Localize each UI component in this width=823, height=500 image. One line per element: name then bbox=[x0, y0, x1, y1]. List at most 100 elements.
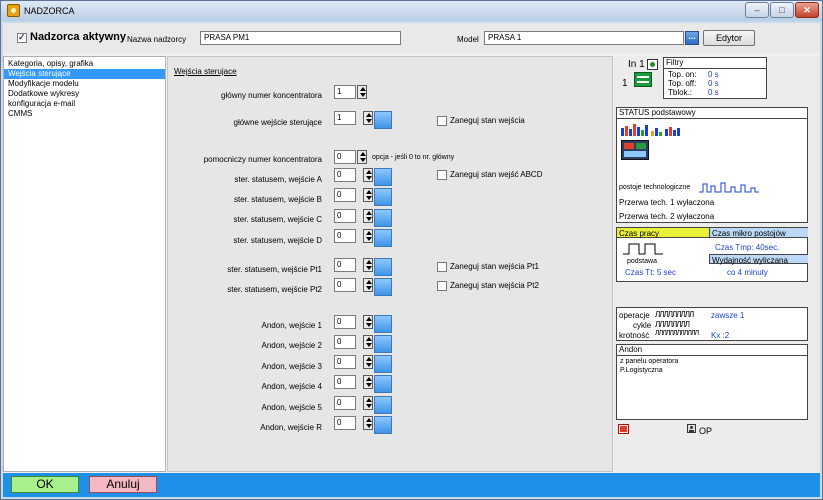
work-pulse-icon bbox=[623, 243, 663, 255]
andon-3-button[interactable] bbox=[374, 355, 392, 373]
active-checkbox[interactable] bbox=[17, 32, 27, 43]
main-input-input[interactable]: 1 bbox=[334, 111, 356, 125]
sidebar-item-category[interactable]: Kategoria, opisy, grafika bbox=[4, 59, 165, 69]
close-button[interactable]: ✕ bbox=[795, 2, 819, 18]
editor-button[interactable]: Edytor bbox=[703, 30, 755, 46]
field-label-andon-5: Andon, wejście 5 bbox=[261, 403, 322, 412]
filters-box: Filtry Top. on: 0 s Top. off: 0 s Tblok.… bbox=[663, 57, 767, 99]
input-c-spinner[interactable] bbox=[363, 209, 373, 223]
sidebar-item-extra-charts[interactable]: Dodatkowe wykresy bbox=[4, 89, 165, 99]
browse-model-button[interactable]: ... bbox=[685, 31, 699, 45]
cancel-button[interactable]: Anuluj bbox=[89, 476, 157, 493]
sidebar-list: Kategoria, opisy, grafika Wejścia steruj… bbox=[3, 56, 166, 472]
aux-hub-note: opcja - jeśli 0 to nr. główny bbox=[372, 154, 455, 161]
andon-5-value[interactable]: 0 bbox=[334, 396, 356, 410]
sidebar-item-cmms[interactable]: CMMS bbox=[4, 109, 165, 119]
andon-r-button[interactable] bbox=[374, 416, 392, 434]
input-a-value[interactable]: 0 bbox=[334, 168, 356, 182]
andon-5-spinner[interactable] bbox=[363, 396, 373, 410]
filter-on-value: 0 s bbox=[708, 70, 719, 79]
minimize-button[interactable]: – bbox=[745, 2, 769, 18]
andon-1-button[interactable] bbox=[374, 315, 392, 333]
andon-3-value[interactable]: 0 bbox=[334, 355, 356, 369]
field-label-andon-3: Andon, wejście 3 bbox=[261, 362, 322, 371]
app-window: NADZORCA – □ ✕ Nadzorca aktywny Nazwa na… bbox=[0, 0, 823, 500]
andon-1-value[interactable]: 0 bbox=[334, 315, 356, 329]
main-hub-input[interactable]: 1 bbox=[334, 85, 356, 99]
field-label-andon-4: Andon, wejście 4 bbox=[261, 382, 322, 391]
negate-main-label: Zaneguj stan wejścia bbox=[450, 116, 525, 125]
input-pt2-button[interactable] bbox=[374, 278, 392, 296]
main-hub-spinner[interactable] bbox=[357, 85, 367, 99]
aux-hub-input[interactable]: 0 bbox=[334, 150, 356, 164]
sidebar-item-email[interactable]: konfiguracja e-mail bbox=[4, 99, 165, 109]
andon-4-value[interactable]: 0 bbox=[334, 375, 356, 389]
negate-abcd-checkbox[interactable] bbox=[437, 170, 447, 180]
andon-2-button[interactable] bbox=[374, 335, 392, 353]
negate-pt1-checkbox[interactable] bbox=[437, 262, 447, 272]
micro-stop-header: Czas mikro postojów bbox=[709, 228, 808, 238]
work-time-title: Czas pracy bbox=[619, 229, 660, 238]
andon-r-value[interactable]: 0 bbox=[334, 416, 356, 430]
input-d-button[interactable] bbox=[374, 229, 392, 247]
input-pt1-button[interactable] bbox=[374, 258, 392, 276]
negate-pt2-checkbox[interactable] bbox=[437, 281, 447, 291]
aux-hub-spinner[interactable] bbox=[357, 150, 367, 164]
input-a-spinner[interactable] bbox=[363, 168, 373, 182]
title-bar[interactable]: NADZORCA – □ ✕ bbox=[1, 1, 822, 21]
negate-pt2-label: Zaneguj stan wejścia Pt2 bbox=[450, 281, 539, 290]
andon-5-button[interactable] bbox=[374, 396, 392, 414]
input-pt1-value[interactable]: 0 bbox=[334, 258, 356, 272]
main-input-button[interactable] bbox=[374, 111, 392, 129]
field-label-main-input: główne wejście sterujące bbox=[233, 118, 323, 127]
in-toggle-icon[interactable] bbox=[647, 59, 658, 70]
input-c-button[interactable] bbox=[374, 209, 392, 227]
field-label-andon-r: Andon, wejście R bbox=[260, 423, 322, 432]
field-label-andon-1: Andon, wejście 1 bbox=[261, 321, 322, 330]
client-area: Nadzorca aktywny Nazwa nadzorcy PRASA PM… bbox=[3, 23, 820, 497]
andon-1-spinner[interactable] bbox=[363, 315, 373, 329]
filter-off-value: 0 s bbox=[708, 79, 719, 88]
input-pt2-spinner[interactable] bbox=[363, 278, 373, 292]
alarm-icon[interactable] bbox=[618, 424, 629, 434]
multiplier-pulse: ЛЛЛЛЛЛЛЛЛЛЛЛ bbox=[655, 330, 699, 337]
sidebar-item-control-inputs[interactable]: Wejścia sterujące bbox=[4, 69, 165, 79]
operator-icon[interactable] bbox=[687, 424, 696, 433]
name-field[interactable]: PRASA PM1 bbox=[200, 31, 401, 45]
work-time-box: Czas pracy Czas mikro postojów podstawa … bbox=[616, 227, 808, 282]
break-1-label: Przerwa tech. 1 wyłaczona bbox=[619, 198, 715, 207]
input-d-spinner[interactable] bbox=[363, 229, 373, 243]
input-d-value[interactable]: 0 bbox=[334, 229, 356, 243]
andon-3-spinner[interactable] bbox=[363, 355, 373, 369]
cycles-label: cykle bbox=[633, 321, 652, 330]
filter-on-label: Top. on: bbox=[668, 70, 697, 79]
input-b-value[interactable]: 0 bbox=[334, 188, 356, 202]
filters-title: Filtry bbox=[664, 58, 766, 69]
andon-4-spinner[interactable] bbox=[363, 375, 373, 389]
andon-4-button[interactable] bbox=[374, 375, 392, 393]
efficiency-header: Wydajność wyliczana bbox=[709, 254, 808, 265]
input-a-button[interactable] bbox=[374, 168, 392, 186]
input-pt1-spinner[interactable] bbox=[363, 258, 373, 272]
andon-r-spinner[interactable] bbox=[363, 416, 373, 430]
input-pt2-value[interactable]: 0 bbox=[334, 278, 356, 292]
maximize-button[interactable]: □ bbox=[770, 2, 794, 18]
operations-box: operacje ЛЛЛЛЛЛЛЛЛ zawsze 1 cykle ЛЛЛЛЛЛ… bbox=[616, 307, 808, 341]
micro-stop-value: Czas Tmp: 40sec. bbox=[715, 243, 780, 252]
model-field[interactable]: PRASA 1 bbox=[484, 31, 684, 45]
name-label: Nazwa nadzorcy bbox=[127, 35, 187, 44]
input-c-value[interactable]: 0 bbox=[334, 209, 356, 223]
andon-box: Andon z panelu operatora P.Logistyczna bbox=[616, 344, 808, 420]
andon-2-value[interactable]: 0 bbox=[334, 335, 356, 349]
base-label: podstawa bbox=[627, 258, 657, 265]
andon-2-spinner[interactable] bbox=[363, 335, 373, 349]
main-input-spinner[interactable] bbox=[363, 111, 373, 125]
input-b-spinner[interactable] bbox=[363, 188, 373, 202]
ok-button[interactable]: OK bbox=[11, 476, 79, 493]
model-label: Model bbox=[457, 35, 479, 44]
negate-main-checkbox[interactable] bbox=[437, 116, 447, 126]
field-label-aux-hub: pomocniczy numer koncentratora bbox=[203, 155, 322, 164]
cycles-pulse: ЛЛЛЛЛЛЛЛ bbox=[655, 320, 690, 329]
sidebar-item-model-mods[interactable]: Modyfikacje modelu bbox=[4, 79, 165, 89]
input-b-button[interactable] bbox=[374, 188, 392, 206]
